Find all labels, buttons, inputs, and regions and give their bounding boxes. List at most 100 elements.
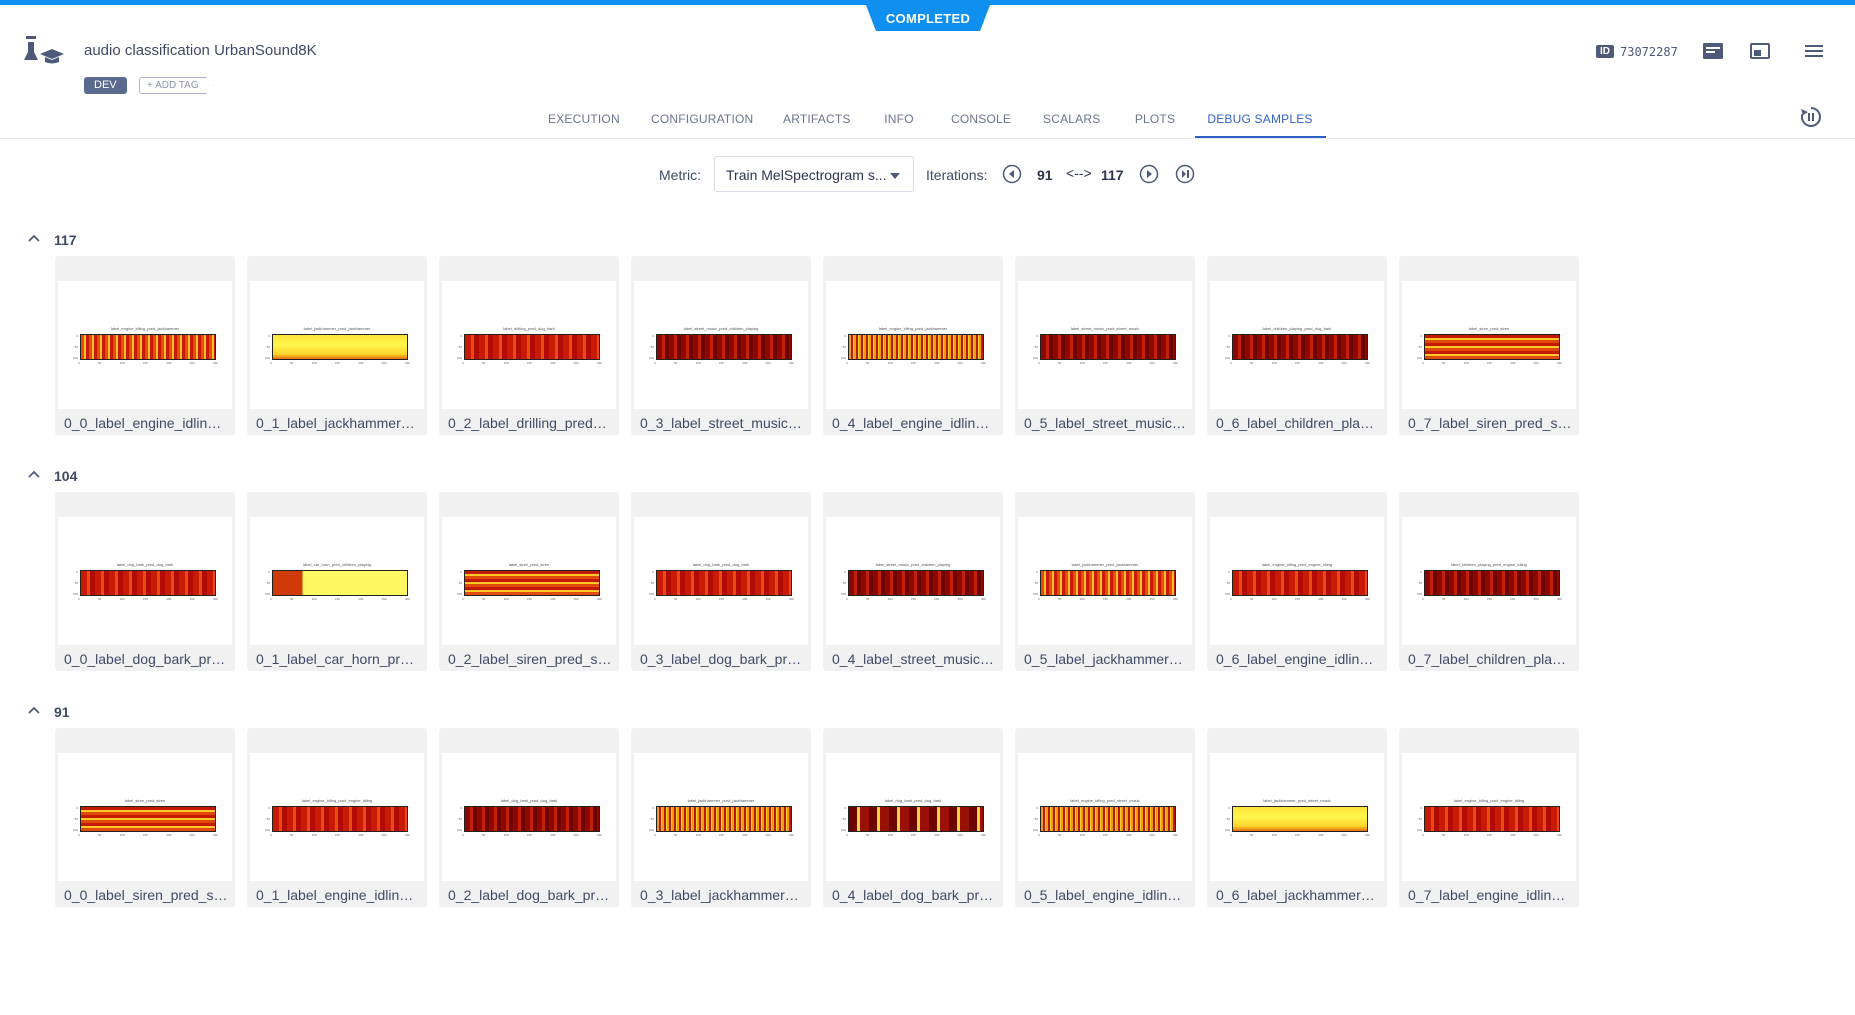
debug-sample-card[interactable]: label_engine_idling_pred_street_music 0 50… <box>1015 728 1195 907</box>
plot-x-axis: 0 50 100 150 200 250 300 <box>1422 361 1562 365</box>
spectrogram-image[interactable]: label_engine_idling_pred_engine_idling 0 5… <box>250 753 424 881</box>
plot-title: label_siren_pred_siren <box>124 798 166 803</box>
plot-x-axis: 0 50 100 150 200 250 300 <box>462 833 602 837</box>
add-tag-button[interactable]: + ADD TAG <box>139 77 214 94</box>
layout-panel-icon[interactable] <box>1749 41 1771 61</box>
debug-sample-card[interactable]: label_siren_pred_siren 0 50 100 0 50 100 150 200… <box>439 492 619 671</box>
plot-title: label_jackhammer_pred_jackhammer <box>303 326 371 331</box>
spectrogram-image[interactable]: label_siren_pred_siren 0 50 100 0 50 100 150 200… <box>442 517 616 645</box>
debug-sample-card[interactable]: label_dog_bark_pred_dog_bark 0 50 100 0 50 100… <box>631 492 811 671</box>
spectrogram-heatmap <box>1232 334 1368 360</box>
debug-sample-card[interactable]: label_dog_bark_pred_dog_bark 0 50 100 0 50 100… <box>439 728 619 907</box>
debug-sample-card[interactable]: label_jackhammer_pred_street_music 0 50 100… <box>1207 728 1387 907</box>
debug-sample-card[interactable]: label_engine_idling_pred_engine_idling 0 5… <box>1207 492 1387 671</box>
tab-plots[interactable]: PLOTS <box>1134 112 1176 126</box>
plot-title: label_drilling_pred_dog_bark <box>503 326 555 331</box>
spectrogram-image[interactable]: label_siren_pred_siren 0 50 100 0 50 100 150 200… <box>1402 281 1576 409</box>
plot-x-axis: 0 50 100 150 200 250 300 <box>1422 597 1562 601</box>
spectrogram-heatmap <box>656 806 792 832</box>
tab-scalars[interactable]: SCALARS <box>1043 112 1100 126</box>
next-iteration-icon[interactable] <box>1139 164 1159 184</box>
plot-y-axis: 0 50 100 <box>72 806 78 832</box>
spectrogram-image[interactable]: label_jackhammer_pred_jackhammer 0 50 100 0 5… <box>250 281 424 409</box>
debug-sample-card[interactable]: label_street_music_pred_street_music 0 50 1… <box>1015 256 1195 435</box>
plot-x-axis: 0 50 100 150 200 250 300 <box>78 833 218 837</box>
spectrogram-image[interactable]: label_engine_idling_pred_street_music 0 50… <box>1018 753 1192 881</box>
debug-sample-card[interactable]: label_dog_bark_pred_dog_bark 0 50 100 0 50 100… <box>55 492 235 671</box>
metric-label: Metric: <box>659 167 701 183</box>
spectrogram-image[interactable]: label_children_playing_pred_dog_bark 0 50 1… <box>1210 281 1384 409</box>
plot-y-axis: 0 50 100 <box>1416 806 1422 832</box>
last-iteration-icon[interactable] <box>1175 164 1195 184</box>
plot-x-axis: 0 50 100 150 200 250 300 <box>846 833 986 837</box>
sample-caption: 0_1_label_jackhammer_pred_jackhammer <box>256 415 421 431</box>
plot-x-axis: 0 50 100 150 200 250 300 <box>270 597 410 601</box>
spectrogram-image[interactable]: label_engine_idling_pred_engine_idling 0 5… <box>1210 517 1384 645</box>
debug-sample-card[interactable]: label_jackhammer_pred_jackhammer 0 50 100 0 5… <box>247 256 427 435</box>
plot-title: label_dog_bark_pred_dog_bark <box>116 562 174 567</box>
spectrogram-image[interactable]: label_engine_idling_pred_engine_idling 0 5… <box>1402 753 1576 881</box>
spectrogram-image[interactable]: label_dog_bark_pred_dog_bark 0 50 100 0 50 100… <box>442 753 616 881</box>
debug-sample-card[interactable]: label_jackhammer_pred_jackhammer 0 50 100 0 5… <box>1015 492 1195 671</box>
spectrogram-image[interactable]: label_dog_bark_pred_dog_bark 0 50 100 0 50 100… <box>634 517 808 645</box>
debug-sample-card[interactable]: label_jackhammer_pred_jackhammer 0 50 100 0 5… <box>631 728 811 907</box>
tab-console[interactable]: CONSOLE <box>951 112 1011 126</box>
spectrogram-image[interactable]: label_jackhammer_pred_jackhammer 0 50 100 0 5… <box>634 753 808 881</box>
debug-sample-card[interactable]: label_dog_bark_pred_dog_bark 0 50 100 0 50 100… <box>823 728 1003 907</box>
metric-select[interactable]: Train MelSpectrogram s... <box>714 156 914 192</box>
tab-configuration[interactable]: CONFIGURATION <box>651 112 753 126</box>
spectrogram-image[interactable]: label_street_music_pred_street_music 0 50 1… <box>1018 281 1192 409</box>
menu-icon[interactable] <box>1803 41 1825 61</box>
sample-caption: 0_7_label_children_playing_pred_engine_i… <box>1408 651 1573 667</box>
experiment-id[interactable]: ID 73072287 <box>1596 43 1678 60</box>
plot-x-axis: 0 50 100 150 200 250 300 <box>1230 597 1370 601</box>
debug-sample-card[interactable]: label_engine_idling_pred_jackhammer 0 50 10… <box>823 256 1003 435</box>
spectrogram-image[interactable]: label_engine_idling_pred_jackhammer 0 50 10… <box>826 281 1000 409</box>
debug-sample-card[interactable]: label_engine_idling_pred_jackhammer 0 50 10… <box>55 256 235 435</box>
debug-sample-card[interactable]: label_drilling_pred_dog_bark 0 50 100 0 50 100… <box>439 256 619 435</box>
debug-sample-card[interactable]: label_siren_pred_siren 0 50 100 0 50 100 150 200… <box>55 728 235 907</box>
plot-y-axis: 0 50 100 <box>1224 334 1230 360</box>
spectrogram-image[interactable]: label_car_horn_pred_children_playing 0 50 1… <box>250 517 424 645</box>
plot-title: label_street_music_pred_street_music <box>1070 326 1140 331</box>
spectrogram-image[interactable]: label_dog_bark_pred_dog_bark 0 50 100 0 50 100… <box>58 517 232 645</box>
spectrogram-image[interactable]: label_dog_bark_pred_dog_bark 0 50 100 0 50 100… <box>826 753 1000 881</box>
debug-sample-card[interactable]: label_engine_idling_pred_engine_idling 0 5… <box>1399 728 1579 907</box>
iteration-number: 117 <box>54 232 77 248</box>
spectrogram-image[interactable]: label_children_playing_pred_engine_idlin… <box>1402 517 1576 645</box>
spectrogram-image[interactable]: label_drilling_pred_dog_bark 0 50 100 0 50 100… <box>442 281 616 409</box>
plot-x-axis: 0 50 100 150 200 250 300 <box>1038 361 1178 365</box>
previous-iteration-icon[interactable] <box>1002 164 1022 184</box>
debug-sample-card[interactable]: label_street_music_pred_children_playing… <box>823 492 1003 671</box>
spectrogram-image[interactable]: label_street_music_pred_children_playing… <box>634 281 808 409</box>
tab-execution[interactable]: EXECUTION <box>548 112 620 126</box>
debug-sample-card[interactable]: label_engine_idling_pred_engine_idling 0 5… <box>247 728 427 907</box>
debug-sample-card[interactable]: label_siren_pred_siren 0 50 100 0 50 100 150 200… <box>1399 256 1579 435</box>
chevron-up-icon[interactable] <box>28 469 40 479</box>
spectrogram-image[interactable]: label_engine_idling_pred_jackhammer 0 50 10… <box>58 281 232 409</box>
iteration-from: 91 <box>1037 167 1053 183</box>
plot-x-axis: 0 50 100 150 200 250 300 <box>270 361 410 365</box>
debug-sample-card[interactable]: label_children_playing_pred_dog_bark 0 50 1… <box>1207 256 1387 435</box>
chevron-up-icon[interactable] <box>28 233 40 243</box>
debug-sample-card[interactable]: label_children_playing_pred_engine_idlin… <box>1399 492 1579 671</box>
spectrogram-image[interactable]: label_jackhammer_pred_jackhammer 0 50 100 0 5… <box>1018 517 1192 645</box>
auto-refresh-icon[interactable] <box>1799 105 1823 129</box>
details-icon[interactable] <box>1702 41 1724 61</box>
spectrogram-image[interactable]: label_siren_pred_siren 0 50 100 0 50 100 150 200… <box>58 753 232 881</box>
plot-title: label_engine_idling_pred_engine_idling <box>1261 562 1333 567</box>
plot-y-axis: 0 50 100 <box>1032 806 1038 832</box>
tag-dev[interactable]: DEV <box>84 77 127 94</box>
plot-y-axis: 0 50 100 <box>1416 570 1422 596</box>
debug-sample-card[interactable]: label_street_music_pred_children_playing… <box>631 256 811 435</box>
tab-info[interactable]: INFO <box>884 112 914 126</box>
tab-artifacts[interactable]: ARTIFACTS <box>783 112 850 126</box>
spectrogram-image[interactable]: label_jackhammer_pred_street_music 0 50 100… <box>1210 753 1384 881</box>
sample-caption: 0_1_label_engine_idling_pred_engine_idli… <box>256 887 421 903</box>
chevron-up-icon[interactable] <box>28 705 40 715</box>
spectrogram-image[interactable]: label_street_music_pred_children_playing… <box>826 517 1000 645</box>
tab-debug-samples[interactable]: DEBUG SAMPLES <box>1204 112 1316 126</box>
plot-x-axis: 0 50 100 150 200 250 300 <box>1422 833 1562 837</box>
spectrogram-heatmap <box>848 806 984 832</box>
debug-sample-card[interactable]: label_car_horn_pred_children_playing 0 50 1… <box>247 492 427 671</box>
